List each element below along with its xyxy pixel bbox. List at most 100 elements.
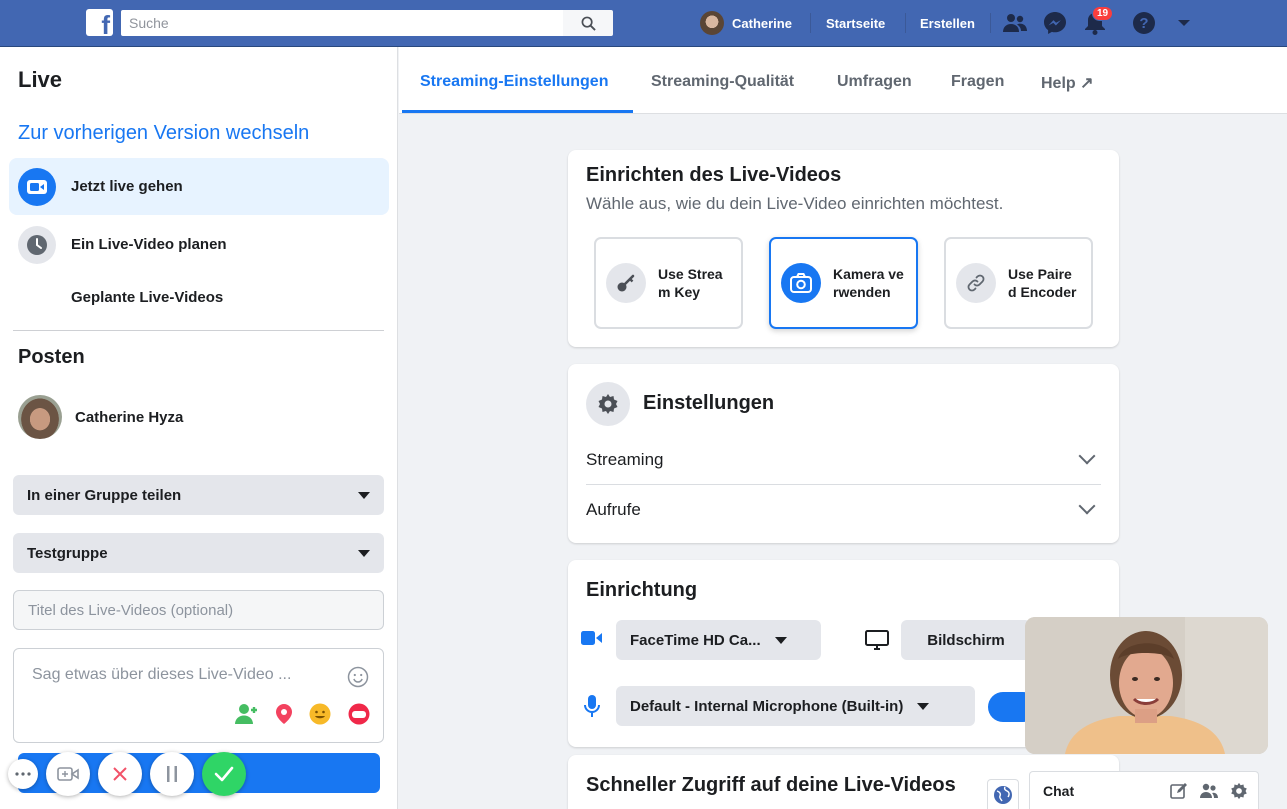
live-video-title-input[interactable] [13, 590, 384, 630]
microphone-select[interactable]: Default - Internal Microphone (Built-in) [616, 686, 975, 726]
globe-icon[interactable] [987, 779, 1019, 809]
camera-select-value: FaceTime HD Ca... [630, 631, 761, 649]
camera-select[interactable]: FaceTime HD Ca... [616, 620, 821, 660]
settings-card: Einstellungen Streaming Aufrufe [568, 364, 1119, 543]
toggle-camera-button[interactable] [46, 752, 90, 796]
share-destination-select[interactable]: In einer Gruppe teilen [13, 475, 384, 515]
cancel-recording-button[interactable] [98, 752, 142, 796]
quick-access-title: Schneller Zugriff auf deine Live-Videos [586, 774, 956, 796]
chevron-down-icon [1078, 497, 1096, 514]
tab-streaming-quality[interactable]: Streaming-Qualität [651, 73, 794, 91]
nav-divider [810, 13, 811, 33]
tab-streaming-settings[interactable]: Streaming-Einstellungen [420, 73, 608, 91]
share-screen-label: Bildschirm [927, 631, 1005, 649]
chat-label: Chat [1043, 782, 1075, 799]
dropdown-caret-icon [358, 549, 370, 557]
description-field[interactable]: Sag etwas über dieses Live-Video ... [13, 648, 384, 743]
settings-card-title: Einstellungen [643, 392, 775, 414]
sidebar-item-label: Ein Live-Video planen [71, 236, 227, 253]
more-options-button[interactable] [8, 759, 38, 789]
streaming-accordion[interactable]: Streaming [586, 436, 1101, 485]
profile-link[interactable]: Catherine [700, 11, 792, 35]
compose-message-icon[interactable] [1170, 782, 1188, 800]
attachment-row [235, 703, 371, 725]
chevron-down-icon [1078, 447, 1096, 465]
setup-live-video-card: Einrichten des Live-Videos Wähle aus, wi… [568, 150, 1119, 347]
ellipsis-icon [15, 772, 31, 776]
pause-icon [167, 766, 177, 782]
option-label: Use Stream Key [658, 265, 723, 300]
chat-actions [1170, 782, 1248, 800]
webcam-preview [1025, 617, 1268, 754]
search-input[interactable] [121, 10, 563, 36]
help-question-icon[interactable]: ? [1131, 10, 1157, 36]
post-as-user[interactable]: Catherine Hyza [18, 395, 183, 439]
recording-toolbar [8, 752, 246, 796]
group-select[interactable]: Testgruppe [13, 533, 384, 573]
use-stream-key-option[interactable]: Use Stream Key [594, 237, 743, 329]
checkmark-icon [214, 766, 234, 782]
messenger-icon[interactable] [1042, 10, 1068, 36]
sidebar-divider [13, 330, 384, 331]
search-button[interactable] [563, 10, 613, 36]
avatar [700, 11, 724, 35]
gear-icon [586, 382, 630, 426]
sidebar-item-scheduled-videos[interactable]: Geplante Live-Videos [9, 269, 389, 326]
post-section-title: Posten [18, 346, 85, 368]
switch-version-link[interactable]: Zur vorherigen Version wechseln [18, 122, 309, 145]
tab-help[interactable]: Help ↗ [1041, 73, 1094, 93]
tab-questions[interactable]: Fragen [951, 73, 1004, 91]
chat-dock[interactable]: Chat [1029, 771, 1259, 809]
dropdown-caret-icon [917, 702, 930, 710]
svg-text:?: ? [1139, 15, 1148, 32]
profile-name: Catherine [732, 15, 792, 31]
dropdown-caret-icon [358, 491, 370, 499]
presenter-video-frame [1025, 617, 1268, 754]
option-label: Use Paired Encoder [1008, 265, 1077, 300]
location-pin-icon[interactable] [275, 703, 293, 725]
microphone-select-value: Default - Internal Microphone (Built-in) [630, 697, 904, 715]
camera-icon [781, 263, 821, 303]
sidebar-item-go-live[interactable]: Jetzt live gehen [9, 158, 389, 215]
views-accordion[interactable]: Aufrufe [586, 485, 1101, 534]
monitor-icon [865, 630, 889, 650]
group-select-value: Testgruppe [27, 544, 108, 562]
facebook-logo-icon[interactable]: f [86, 9, 113, 38]
microphone-icon [584, 695, 600, 717]
key-icon [606, 263, 646, 303]
home-link[interactable]: Startseite [826, 16, 885, 31]
sidebar-item-label: Geplante Live-Videos [71, 289, 224, 306]
close-icon [113, 767, 127, 781]
nav-divider [905, 13, 906, 33]
pause-recording-button[interactable] [150, 752, 194, 796]
tag-friends-icon[interactable] [235, 703, 259, 725]
chat-settings-gear-icon[interactable] [1230, 782, 1248, 800]
video-camera-icon [18, 167, 56, 206]
account-menu-caret-icon[interactable] [1171, 10, 1197, 36]
tab-polls[interactable]: Umfragen [837, 73, 912, 91]
avatar [18, 395, 62, 439]
share-screen-button[interactable]: Bildschirm [901, 620, 1031, 660]
new-group-icon[interactable] [1199, 782, 1219, 800]
clock-icon [18, 225, 56, 264]
dropdown-caret-icon [774, 636, 787, 644]
accordion-label: Streaming [586, 450, 664, 469]
sidebar-item-label: Jetzt live gehen [71, 178, 183, 195]
use-paired-encoder-option[interactable]: Use Paired Encoder [944, 237, 1093, 329]
finish-recording-button[interactable] [202, 752, 246, 796]
setup-card-subtitle: Wähle aus, wie du dein Live-Video einric… [586, 194, 1004, 213]
sidebar-item-schedule[interactable]: Ein Live-Video planen [9, 216, 389, 273]
emoji-smiley-icon[interactable] [347, 666, 369, 693]
share-destination-value: In einer Gruppe teilen [27, 486, 182, 504]
gif-sticker-icon[interactable] [347, 703, 371, 725]
feeling-emoji-icon[interactable] [309, 703, 331, 725]
option-label: Kamera verwenden [833, 265, 904, 300]
friend-requests-icon[interactable] [1002, 10, 1028, 36]
create-link[interactable]: Erstellen [920, 16, 975, 31]
use-camera-option[interactable]: Kamera verwenden [769, 237, 918, 329]
camera-toggle-icon [57, 767, 79, 781]
nav-divider [990, 13, 991, 33]
settings-tabs: Streaming-Einstellungen Streaming-Qualit… [399, 47, 1287, 114]
top-navigation-bar: f Catherine Startseite Erstellen 19 ? [0, 0, 1287, 47]
description-placeholder: Sag etwas über dieses Live-Video ... [32, 666, 292, 683]
